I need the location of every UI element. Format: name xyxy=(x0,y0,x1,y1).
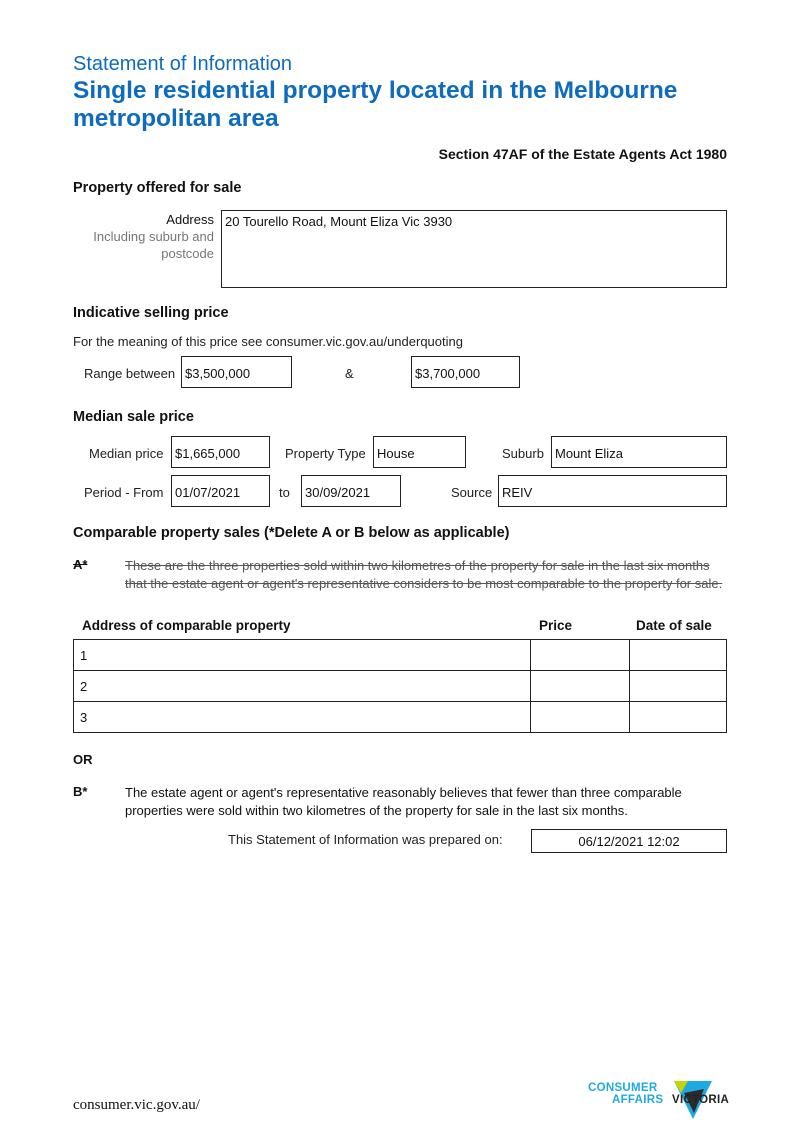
prepared-label: This Statement of Information was prepar… xyxy=(228,832,503,847)
col-header-date: Date of sale xyxy=(636,618,712,633)
address-field[interactable]: 20 Tourello Road, Mount Eliza Vic 3930 xyxy=(221,210,727,288)
section-heading-comparable: Comparable property sales (*Delete A or … xyxy=(73,525,510,541)
footer-url[interactable]: consumer.vic.gov.au/ xyxy=(73,1097,200,1114)
address-label: Address xyxy=(166,212,214,227)
doc-subtitle: Statement of Information xyxy=(73,53,293,75)
range-label: Range between xyxy=(84,366,176,381)
property-type-field[interactable]: House xyxy=(373,436,466,468)
period-from-label: Period - From xyxy=(84,485,164,500)
option-a-marker-text: A* xyxy=(73,557,88,572)
suburb-label: Suburb xyxy=(502,446,544,461)
or-label: OR xyxy=(73,752,93,767)
cell-date[interactable] xyxy=(629,639,727,671)
logo-text-victoria: VICTORIA xyxy=(672,1094,730,1106)
prepared-date-field[interactable]: 06/12/2021 12:02 xyxy=(531,829,727,853)
cell-address[interactable]: 1 xyxy=(73,639,531,671)
cell-address[interactable]: 3 xyxy=(73,701,531,733)
period-from-field[interactable]: 01/07/2021 xyxy=(171,475,270,507)
address-sublabel: Including suburb and postcode xyxy=(93,229,214,261)
option-a-marker: A* xyxy=(73,557,87,572)
cell-date[interactable] xyxy=(629,701,727,733)
property-type-label: Property Type xyxy=(285,446,366,461)
comparable-table: 1 2 3 xyxy=(73,639,727,733)
address-label-group: Address Including suburb and postcode xyxy=(60,211,214,262)
doc-title: Single residential property located in t… xyxy=(73,77,678,132)
table-row: 2 xyxy=(73,670,727,702)
option-b-text: The estate agent or agent's representati… xyxy=(125,785,682,818)
range-separator: & xyxy=(345,366,354,381)
section-heading-property: Property offered for sale xyxy=(73,180,242,196)
cell-date[interactable] xyxy=(629,670,727,702)
median-price-label: Median price xyxy=(89,446,164,461)
source-field[interactable]: REIV xyxy=(498,475,727,507)
cell-price[interactable] xyxy=(530,701,630,733)
period-to-label: to xyxy=(279,485,290,500)
cell-price[interactable] xyxy=(530,670,630,702)
option-a-text: These are the three properties sold with… xyxy=(125,558,723,591)
act-reference: Section 47AF of the Estate Agents Act 19… xyxy=(438,146,727,162)
consumer-affairs-victoria-logo: CONSUMER AFFAIRS VICTORIA xyxy=(588,1079,738,1123)
section-heading-median: Median sale price xyxy=(73,409,194,425)
table-row: 1 xyxy=(73,639,727,671)
underquoting-note: For the meaning of this price see consum… xyxy=(73,334,463,349)
source-label: Source xyxy=(451,485,493,500)
table-row: 3 xyxy=(73,701,727,733)
cell-address[interactable]: 2 xyxy=(73,670,531,702)
period-to-field[interactable]: 30/09/2021 xyxy=(301,475,401,507)
median-price-field[interactable]: $1,665,000 xyxy=(171,436,270,468)
range-low-field[interactable]: $3,500,000 xyxy=(181,356,292,388)
col-header-address: Address of comparable property xyxy=(82,618,291,633)
option-b-marker: B* xyxy=(73,784,88,799)
logo-text-affairs: AFFAIRS xyxy=(612,1094,664,1106)
logo-text-consumer: CONSUMER xyxy=(588,1082,658,1094)
cell-price[interactable] xyxy=(530,639,630,671)
section-heading-indicative: Indicative selling price xyxy=(73,305,229,321)
range-high-field[interactable]: $3,700,000 xyxy=(411,356,520,388)
col-header-price: Price xyxy=(539,618,573,633)
suburb-field[interactable]: Mount Eliza xyxy=(551,436,727,468)
